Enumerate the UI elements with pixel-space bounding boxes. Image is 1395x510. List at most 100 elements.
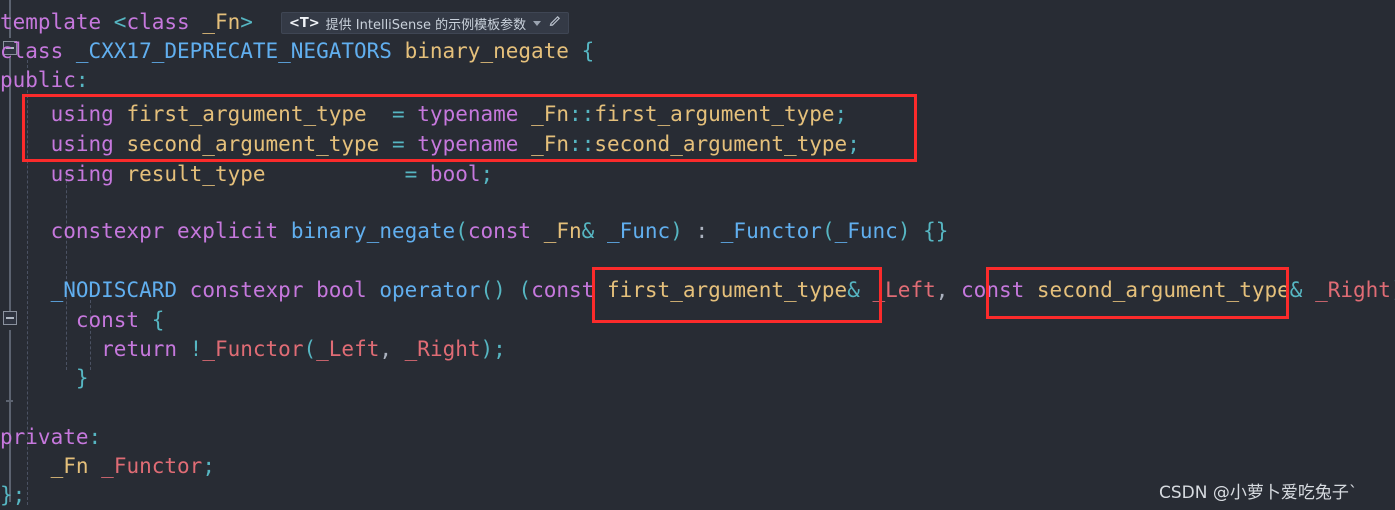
line-using-first[interactable]: using first_argument_type = typename _Fn… (0, 100, 848, 129)
code-token: const (531, 278, 595, 302)
code-token: ( (303, 337, 317, 361)
code-token: = (404, 162, 418, 186)
code-token: _Fn (531, 102, 570, 126)
code-token: _Fn (202, 10, 241, 34)
line-return[interactable]: return !_Functor(_Left, _Right); (0, 335, 506, 364)
code-token: :: (569, 132, 595, 156)
code-token: ; (493, 337, 506, 361)
code-token: private (0, 425, 89, 449)
code-token: binary_negate (290, 219, 456, 243)
code-token: ( (455, 219, 468, 243)
code-token: ) (1391, 278, 1395, 302)
code-token: :: (569, 102, 595, 126)
code-token: bool (429, 162, 481, 186)
line-private[interactable]: private: (0, 423, 101, 452)
template-param-tag: <T> (289, 15, 320, 31)
code-token: & (1289, 278, 1303, 302)
code-token: = (391, 132, 405, 156)
code-token: ; (834, 102, 848, 126)
code-token: typename (417, 102, 519, 126)
code-token: _Functor (720, 219, 822, 243)
code-token: ; (480, 162, 494, 186)
line-public[interactable]: public: (0, 66, 89, 95)
code-token: ) (480, 337, 494, 361)
code-token: const (961, 278, 1025, 302)
code-token: : (88, 425, 102, 449)
code-token: _Left (872, 278, 936, 302)
code-token: second_argument_type (126, 132, 380, 156)
code-token: ; (202, 454, 215, 478)
code-token: first_argument_type (126, 102, 367, 126)
code-token: ( (518, 278, 532, 302)
code-token: _NODISCARD (50, 278, 178, 302)
code-token: & (847, 278, 860, 302)
pencil-icon[interactable] (548, 14, 562, 32)
line-template[interactable]: template <class _Fn> (0, 8, 253, 37)
line-operator[interactable]: _NODISCARD constexpr bool operator() (co… (0, 276, 1395, 305)
code-token: constexpr explicit (50, 219, 279, 243)
code-token: < (113, 10, 127, 34)
intellisense-template-arg-hint[interactable]: <T> 提供 IntelliSense 的示例模板参数 (281, 12, 570, 34)
code-token: : (682, 219, 721, 243)
code-token: binary_negate (404, 39, 569, 63)
code-token: ) (670, 219, 683, 243)
line-using-second[interactable]: using second_argument_type = typename _F… (0, 130, 860, 159)
code-token: first_argument_type (594, 102, 835, 126)
code-token: const (467, 219, 532, 243)
code-token: const (75, 308, 140, 332)
csdn-watermark: CSDN @小萝卜爱吃兔子` (1159, 483, 1358, 503)
code-token: typename (417, 132, 519, 156)
code-token: ( (821, 219, 835, 243)
code-token: ) (897, 219, 911, 243)
code-token: class (0, 39, 76, 63)
code-content[interactable]: template <class _Fn> class _CXX17_DEPRECA… (0, 0, 1395, 510)
line-member[interactable]: _Fn _Functor; (0, 452, 215, 481)
code-token: = (391, 102, 405, 126)
line-close-brace[interactable]: } (0, 364, 89, 393)
code-token: : (75, 68, 89, 92)
code-token: _Right (1315, 278, 1391, 302)
code-token: result_type (126, 162, 266, 186)
line-using-result[interactable]: using result_type = bool; (0, 160, 494, 189)
code-editor-surface[interactable]: template <class _Fn> class _CXX17_DEPRECA… (0, 0, 1395, 510)
code-token: public (0, 68, 76, 92)
code-token: () (480, 278, 506, 302)
line-ctor[interactable]: constexpr explicit binary_negate(const _… (0, 217, 949, 246)
line-class-decl[interactable]: class _CXX17_DEPRECATE_NEGATORS binary_n… (0, 37, 594, 66)
code-token: _Func (834, 219, 898, 243)
code-token: & (581, 219, 595, 243)
code-token: constexpr bool (189, 278, 367, 302)
line-class-end[interactable]: }; (0, 481, 25, 510)
code-token: { (151, 308, 165, 332)
code-token: using (50, 162, 114, 186)
code-token: ; (847, 132, 860, 156)
code-token: return (101, 337, 178, 361)
chevron-down-icon[interactable] (533, 20, 542, 26)
code-token: ; (12, 483, 26, 507)
code-token: first_argument_type (606, 278, 848, 302)
code-token: { (581, 39, 595, 63)
code-token: , (379, 337, 405, 361)
line-const-open[interactable]: const { (0, 306, 165, 335)
